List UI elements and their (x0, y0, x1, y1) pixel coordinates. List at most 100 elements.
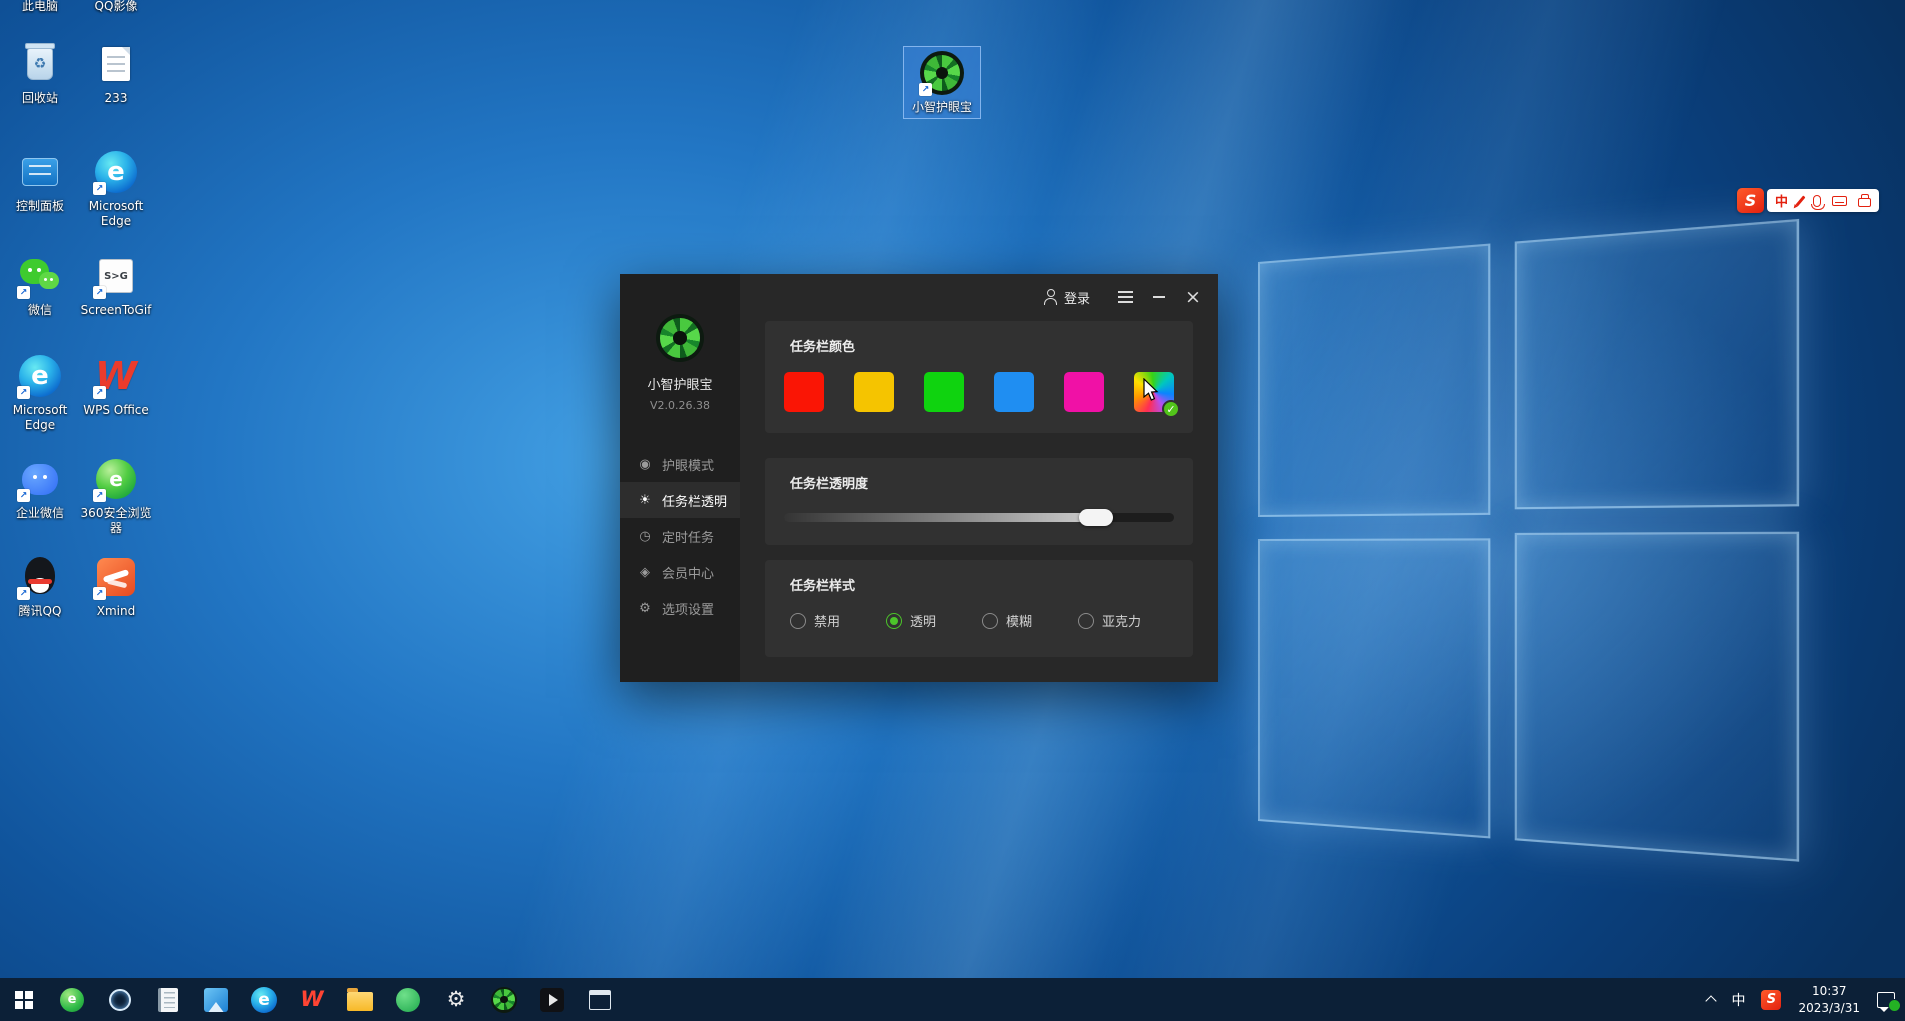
desktop-icon-wps-office[interactable]: W WPS Office (78, 350, 154, 421)
desktop-icon-233-document[interactable]: 233 (78, 38, 154, 109)
color-swatch-red[interactable] (784, 372, 824, 412)
handwriting-icon[interactable] (1796, 195, 1806, 206)
color-swatch-green[interactable] (924, 372, 964, 412)
taskbar-item-eyecare-app[interactable] (480, 978, 528, 1021)
wallpaper-windows-logo (1258, 217, 1818, 881)
desktop-icon-control-panel[interactable]: 控制面板 (2, 146, 78, 217)
icon-label: 回收站 (22, 91, 58, 106)
icon-label: 企业微信 (16, 506, 64, 521)
photos-icon (204, 988, 228, 1012)
action-center-button[interactable] (1869, 978, 1903, 1021)
desktop-icon-qq-photo[interactable]: QQ影像 (78, 0, 154, 17)
app-content: 登录 × 任务栏颜色 ✓ (740, 274, 1218, 682)
sogou-input-bar: S 中 (1737, 188, 1879, 213)
desktop-icon-edge-1[interactable]: e Microsoft Edge (2, 350, 78, 436)
desktop-icon-recycle-bin[interactable]: 回收站 (2, 38, 78, 109)
taskbar-item-settings[interactable]: ⚙ (432, 978, 480, 1021)
radio-circle-icon (886, 613, 902, 629)
app-logo (656, 314, 704, 362)
sidebar-item-member-center[interactable]: ◈ 会员中心 (620, 554, 740, 590)
taskbar-item-file-explorer[interactable] (336, 978, 384, 1021)
ime-indicator[interactable]: 中 (1723, 978, 1753, 1021)
taskbar-item-edge[interactable]: e (240, 978, 288, 1021)
close-button[interactable]: × (1180, 284, 1206, 310)
wallpaper-pane (1258, 243, 1490, 517)
sidebar-item-label: 会员中心 (662, 563, 714, 582)
shortcut-arrow-icon (17, 286, 30, 299)
media-player-icon (540, 988, 564, 1012)
desktop-icon-edge-2[interactable]: e Microsoft Edge (78, 146, 154, 232)
wps-icon: W (300, 989, 323, 1010)
color-swatch-magenta[interactable] (1064, 372, 1104, 412)
opacity-slider-track[interactable] (784, 513, 1174, 522)
hidden-icons-button[interactable] (1699, 978, 1723, 1021)
notification-icon (1877, 992, 1895, 1008)
sogou-tray-icon[interactable]: S (1753, 978, 1789, 1021)
taskbar-item-cortana[interactable] (96, 978, 144, 1021)
document-icon (102, 47, 130, 81)
control-panel-icon (22, 158, 58, 186)
selected-check-icon: ✓ (1162, 400, 1180, 418)
sogou-logo[interactable]: S (1737, 188, 1764, 213)
shortcut-arrow-icon (93, 286, 106, 299)
radio-label: 透明 (910, 611, 936, 630)
desktop-icon-eyecare-selected[interactable]: 小智护眼宝 (904, 47, 980, 118)
taskbar-color-section: 任务栏颜色 ✓ (765, 321, 1193, 433)
clock-date: 2023/3/31 (1798, 1000, 1860, 1017)
radio-transparent-selected[interactable]: 透明 (886, 611, 936, 630)
color-swatch-rainbow-selected[interactable]: ✓ (1134, 372, 1174, 412)
taskbar-item-photos[interactable] (192, 978, 240, 1021)
wallpaper-pane (1515, 219, 1799, 509)
recycle-bin-icon (27, 48, 53, 80)
ime-mode-button[interactable]: 中 (1775, 191, 1788, 210)
sidebar-item-label: 选项设置 (662, 599, 714, 618)
clock-time: 10:37 (1798, 983, 1860, 1000)
radio-label: 禁用 (814, 611, 840, 630)
radio-acrylic[interactable]: 亚克力 (1078, 611, 1141, 630)
color-swatch-yellow[interactable] (854, 372, 894, 412)
sidebar-item-options[interactable]: ⚙ 选项设置 (620, 590, 740, 626)
desktop-icon-wecom[interactable]: 企业微信 (2, 453, 78, 524)
icon-label: QQ影像 (95, 0, 138, 14)
sidebar-menu: ◉ 护眼模式 ☀ 任务栏透明 ◷ 定时任务 ◈ 会员中心 ⚙ 选项设置 (620, 446, 740, 626)
opacity-slider-knob[interactable] (1079, 509, 1113, 526)
sidebar-item-scheduled-tasks[interactable]: ◷ 定时任务 (620, 518, 740, 554)
taskbar: e e W ⚙ 中 S 10:37 2023/3/31 (0, 978, 1905, 1021)
radio-disable[interactable]: 禁用 (790, 611, 840, 630)
taskbar-item-journal[interactable] (144, 978, 192, 1021)
taskbar-item-360-browser[interactable]: e (48, 978, 96, 1021)
desktop-icon-this-pc[interactable]: 此电脑 (2, 0, 78, 17)
start-button[interactable] (0, 978, 48, 1021)
gear-icon: ⚙ (637, 601, 653, 616)
taskbar-item-app-window[interactable] (576, 978, 624, 1021)
sidebar-item-label: 护眼模式 (662, 455, 714, 474)
color-swatch-blue[interactable] (994, 372, 1034, 412)
icon-label: 微信 (28, 303, 52, 318)
taskbar-item-media-player[interactable] (528, 978, 576, 1021)
sidebar-item-eye-mode[interactable]: ◉ 护眼模式 (620, 446, 740, 482)
toolbox-icon[interactable] (1858, 198, 1871, 207)
taskbar-item-green-app[interactable] (384, 978, 432, 1021)
taskbar-item-wps[interactable]: W (288, 978, 336, 1021)
shortcut-arrow-icon (17, 587, 30, 600)
close-icon: × (1185, 288, 1201, 307)
desktop-icon-360-browser[interactable]: e 360安全浏览器 (78, 453, 154, 539)
taskbar-clock[interactable]: 10:37 2023/3/31 (1789, 978, 1869, 1021)
desktop-icon-screentogif[interactable]: S>G ScreenToGif (78, 250, 154, 321)
window-menu-button[interactable] (1112, 284, 1138, 310)
mic-icon[interactable] (1813, 195, 1821, 207)
radio-label: 亚克力 (1102, 611, 1141, 630)
desktop-icon-wechat[interactable]: 微信 (2, 250, 78, 321)
sidebar-item-taskbar-transparency[interactable]: ☀ 任务栏透明 (620, 482, 740, 518)
radio-blur[interactable]: 模糊 (982, 611, 1032, 630)
radio-label: 模糊 (1006, 611, 1032, 630)
keyboard-icon[interactable] (1832, 196, 1847, 206)
minimize-button[interactable] (1146, 284, 1172, 310)
desktop-icon-xmind[interactable]: Xmind (78, 551, 154, 622)
radio-circle-icon (790, 613, 806, 629)
opacity-slider-fill (784, 513, 1096, 522)
login-button[interactable]: 登录 (1043, 288, 1090, 307)
journal-icon (158, 988, 178, 1012)
color-swatches: ✓ (784, 372, 1174, 412)
desktop-icon-qq[interactable]: 腾讯QQ (2, 551, 78, 622)
